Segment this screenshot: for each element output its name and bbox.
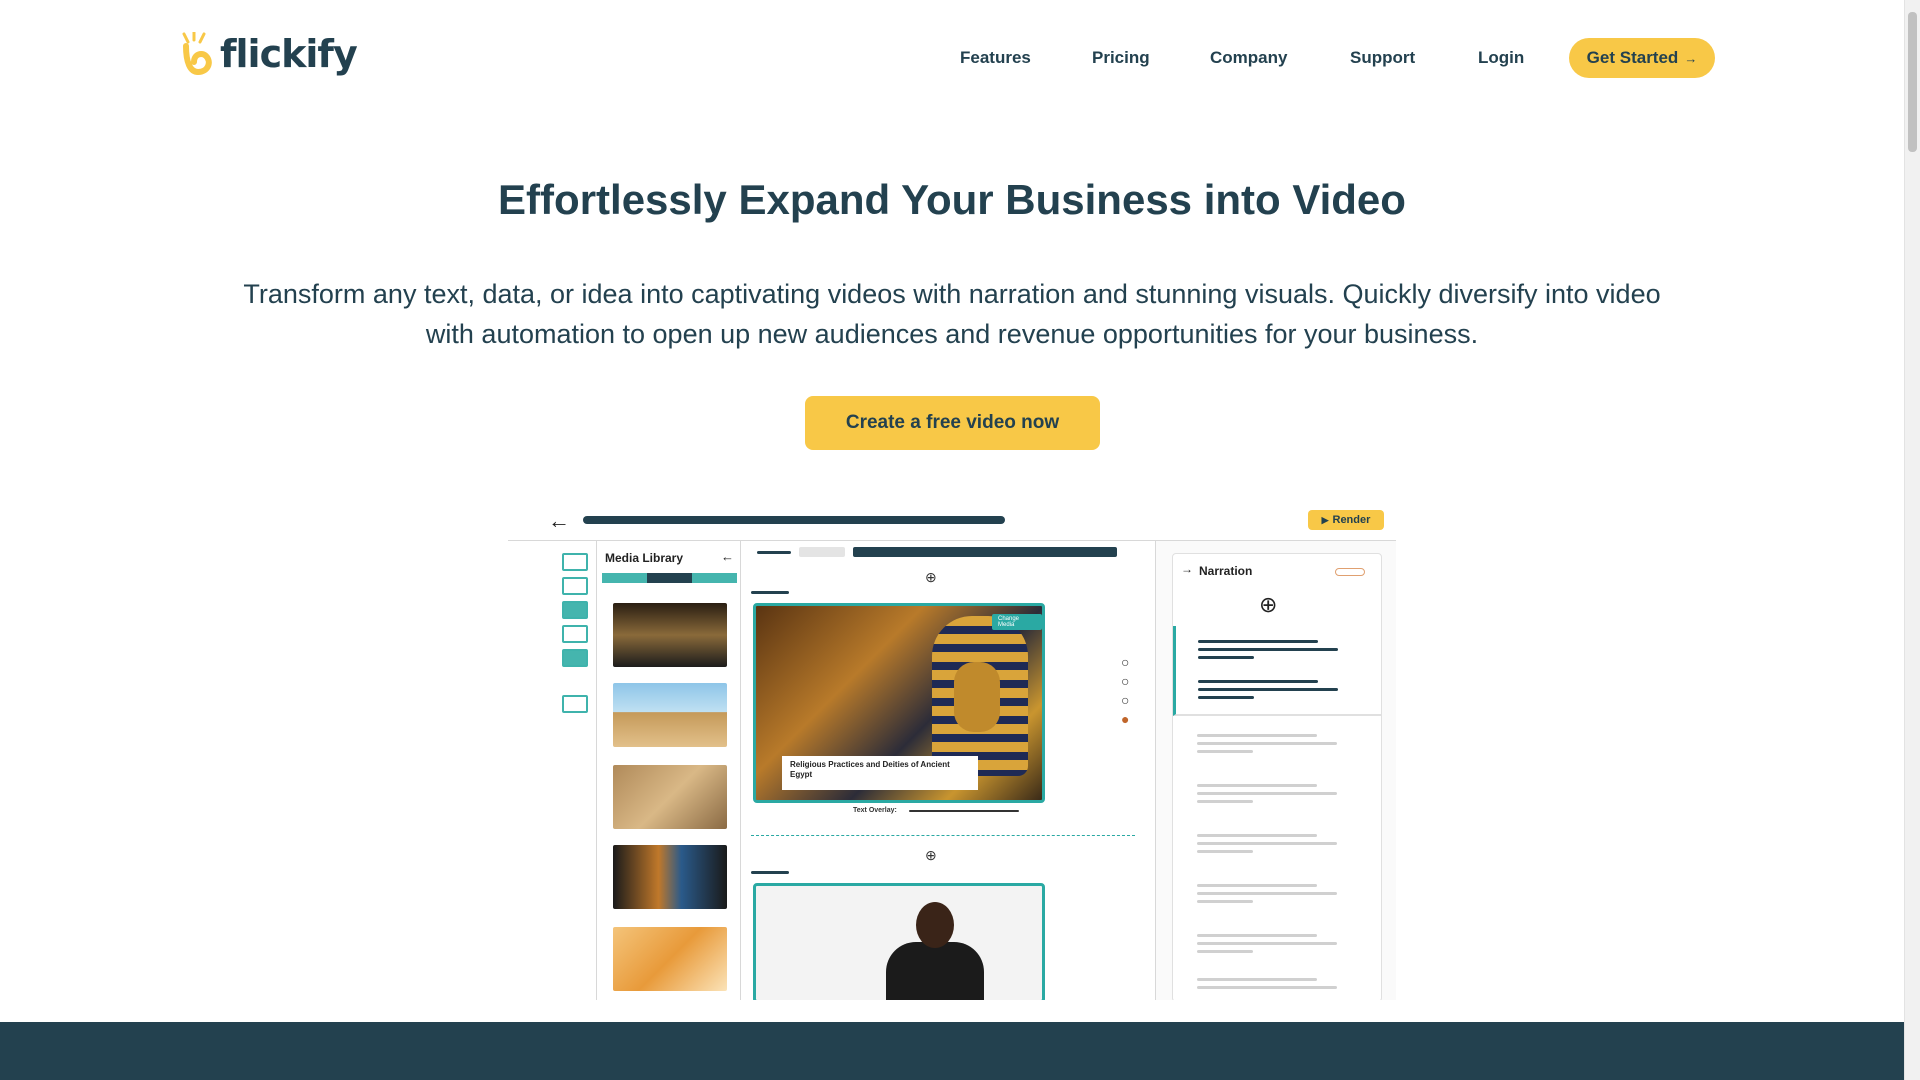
divider xyxy=(751,835,1135,836)
mock-left-rail xyxy=(508,541,597,1000)
page-scrollbar[interactable] xyxy=(1904,0,1920,1080)
hero-title: Effortlessly Expand Your Business into V… xyxy=(498,176,1406,223)
rail-icon xyxy=(562,649,588,667)
media-thumb xyxy=(613,603,727,667)
scene-card: Change Media Religious Practices and Dei… xyxy=(753,603,1045,803)
placeholder-line xyxy=(751,871,789,874)
scrollbar-thumb[interactable] xyxy=(1908,12,1917,152)
nav-login[interactable]: Login xyxy=(1478,48,1524,68)
arrow-right-icon: → xyxy=(1684,50,1698,66)
media-tabs xyxy=(602,573,737,583)
mock-render-button: ▶ Render xyxy=(1308,510,1384,530)
add-scene-icon: ⊕ xyxy=(925,569,937,585)
scene-caption: Religious Practices and Deities of Ancie… xyxy=(782,756,978,790)
media-library-title: Media Library xyxy=(605,551,684,565)
mock-scene-editor: ⊕ Change Media Religious Practices and D… xyxy=(741,541,1156,1000)
narration-card: → Narration ⊕ xyxy=(1172,553,1382,1000)
presenter-body xyxy=(886,942,984,1000)
product-screenshot: ← ▶ Render Media Library ← ➤ xyxy=(508,500,1396,1000)
mock-media-library: Media Library ← ➤ xyxy=(597,541,832,1000)
placeholder-line xyxy=(909,810,1019,812)
page: flickify Features Pricing Company Suppor… xyxy=(0,0,1904,1080)
scene-option-icons: ○ ○ ○ ● xyxy=(1121,654,1130,727)
media-thumb xyxy=(613,683,727,747)
narration-toggle xyxy=(1335,568,1365,576)
placeholder-line xyxy=(799,547,845,557)
rail-icon xyxy=(562,601,588,619)
pharaoh-face xyxy=(954,662,1000,732)
nav-company[interactable]: Company xyxy=(1210,48,1287,68)
mock-title-placeholder xyxy=(583,516,1005,524)
back-arrow-icon: ← xyxy=(548,508,570,533)
nav-pricing[interactable]: Pricing xyxy=(1092,48,1150,68)
narration-title: Narration xyxy=(1199,564,1253,578)
footer-band xyxy=(0,1022,1904,1080)
rail-icon xyxy=(562,625,588,643)
placeholder-line xyxy=(853,547,1117,557)
hero-subtitle: Transform any text, data, or idea into c… xyxy=(243,279,1661,349)
rail-icon xyxy=(562,577,588,595)
rail-icon xyxy=(562,695,588,713)
mock-narration-panel: → Narration ⊕ xyxy=(1156,541,1396,1000)
placeholder-line xyxy=(757,551,791,554)
media-thumb xyxy=(613,845,727,909)
presenter-head xyxy=(916,902,954,948)
nav-support[interactable]: Support xyxy=(1350,48,1415,68)
change-media-badge: Change Media xyxy=(992,614,1042,630)
rail-icon xyxy=(562,553,588,571)
scene-card xyxy=(753,883,1045,1000)
arrow-right-icon: → xyxy=(1181,562,1193,576)
narration-active-block xyxy=(1173,626,1382,716)
add-scene-icon: ⊕ xyxy=(925,847,937,863)
play-icon: ▶ xyxy=(1321,514,1329,525)
add-narration-icon: ⊕ xyxy=(1259,592,1278,617)
media-thumb xyxy=(613,927,727,991)
get-started-button[interactable]: Get Started → xyxy=(1569,38,1715,78)
nav-features[interactable]: Features xyxy=(960,48,1031,68)
placeholder-line xyxy=(751,591,789,594)
collapse-arrow-icon: ← xyxy=(721,549,734,564)
mock-topbar: ← ▶ Render xyxy=(508,500,1396,541)
media-thumb xyxy=(613,765,727,829)
get-started-label: Get Started xyxy=(1586,48,1679,67)
text-overlay-label: Text Overlay: xyxy=(853,807,897,814)
create-video-button[interactable]: Create a free video now xyxy=(805,396,1100,450)
render-label: Render xyxy=(1332,514,1371,526)
